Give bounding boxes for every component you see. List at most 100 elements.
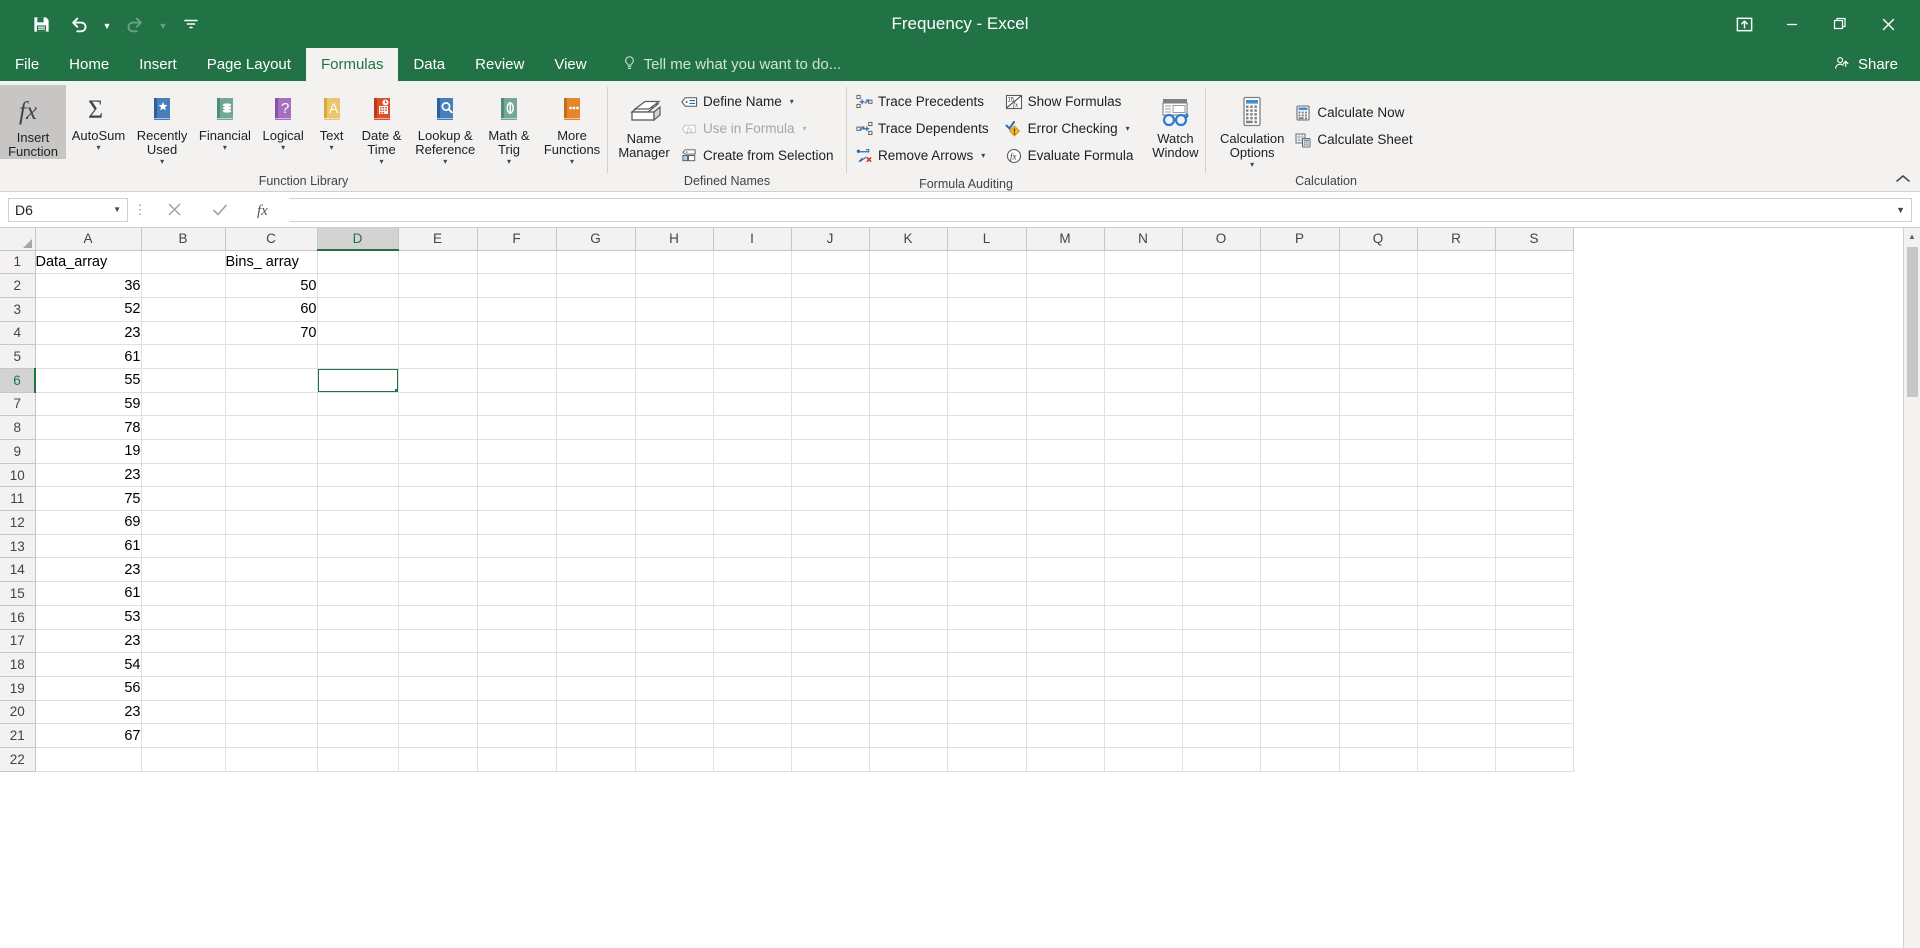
- cell-B12[interactable]: [141, 511, 225, 535]
- vertical-scrollbar[interactable]: ▲: [1903, 228, 1920, 948]
- cell-K15[interactable]: [869, 582, 947, 606]
- cell-K14[interactable]: [869, 558, 947, 582]
- tab-insert[interactable]: Insert: [124, 48, 192, 81]
- cell-J7[interactable]: [791, 392, 869, 416]
- cell-J5[interactable]: [791, 345, 869, 369]
- calculate-sheet-button[interactable]: Calculate Sheet: [1290, 126, 1416, 153]
- cell-P10[interactable]: [1260, 463, 1339, 487]
- cell-S16[interactable]: [1495, 605, 1573, 629]
- cell-D8[interactable]: [317, 416, 398, 440]
- cell-G18[interactable]: [556, 653, 635, 677]
- cell-J9[interactable]: [791, 440, 869, 464]
- more-functions-button[interactable]: More Functions ▾: [537, 85, 607, 166]
- financial-button[interactable]: Financial ▾: [193, 85, 257, 152]
- cell-K12[interactable]: [869, 511, 947, 535]
- cell-C19[interactable]: [225, 676, 317, 700]
- cell-N17[interactable]: [1104, 629, 1182, 653]
- cell-I3[interactable]: [713, 297, 791, 321]
- cell-R19[interactable]: [1417, 676, 1495, 700]
- cell-E12[interactable]: [398, 511, 477, 535]
- financial-caret[interactable]: ▾: [223, 143, 227, 152]
- cell-Q14[interactable]: [1339, 558, 1417, 582]
- cell-P16[interactable]: [1260, 605, 1339, 629]
- cell-K4[interactable]: [869, 321, 947, 345]
- cell-M11[interactable]: [1026, 487, 1104, 511]
- cell-A2[interactable]: 36: [35, 274, 141, 298]
- cell-R5[interactable]: [1417, 345, 1495, 369]
- cell-R12[interactable]: [1417, 511, 1495, 535]
- cell-L15[interactable]: [947, 582, 1026, 606]
- cell-H19[interactable]: [635, 676, 713, 700]
- cell-H6[interactable]: [635, 368, 713, 392]
- cell-D2[interactable]: [317, 274, 398, 298]
- cell-K7[interactable]: [869, 392, 947, 416]
- cell-L14[interactable]: [947, 558, 1026, 582]
- row-header-8[interactable]: 8: [0, 416, 35, 440]
- cell-F8[interactable]: [477, 416, 556, 440]
- row-header-21[interactable]: 21: [0, 724, 35, 748]
- minimize-button[interactable]: [1768, 0, 1816, 48]
- cell-P9[interactable]: [1260, 440, 1339, 464]
- cell-E5[interactable]: [398, 345, 477, 369]
- cell-K22[interactable]: [869, 747, 947, 771]
- cell-S18[interactable]: [1495, 653, 1573, 677]
- cell-Q15[interactable]: [1339, 582, 1417, 606]
- cell-R10[interactable]: [1417, 463, 1495, 487]
- cell-Q3[interactable]: [1339, 297, 1417, 321]
- cell-R16[interactable]: [1417, 605, 1495, 629]
- watch-window-button[interactable]: Watch Window: [1143, 85, 1207, 160]
- row-header-2[interactable]: 2: [0, 274, 35, 298]
- text-caret[interactable]: ▾: [330, 143, 334, 152]
- cell-P15[interactable]: [1260, 582, 1339, 606]
- cell-F17[interactable]: [477, 629, 556, 653]
- cell-A16[interactable]: 53: [35, 605, 141, 629]
- cell-L16[interactable]: [947, 605, 1026, 629]
- cell-I4[interactable]: [713, 321, 791, 345]
- cell-O3[interactable]: [1182, 297, 1260, 321]
- cell-D4[interactable]: [317, 321, 398, 345]
- cell-M15[interactable]: [1026, 582, 1104, 606]
- column-header-I[interactable]: I: [713, 228, 791, 250]
- column-header-J[interactable]: J: [791, 228, 869, 250]
- cell-H18[interactable]: [635, 653, 713, 677]
- cell-G21[interactable]: [556, 724, 635, 748]
- cell-M22[interactable]: [1026, 747, 1104, 771]
- cell-B10[interactable]: [141, 463, 225, 487]
- cell-P12[interactable]: [1260, 511, 1339, 535]
- cell-G5[interactable]: [556, 345, 635, 369]
- insert-function-button[interactable]: fx Insert Function: [0, 85, 66, 159]
- enter-check-icon[interactable]: [197, 198, 242, 222]
- cell-G8[interactable]: [556, 416, 635, 440]
- cell-J6[interactable]: [791, 368, 869, 392]
- cell-D5[interactable]: [317, 345, 398, 369]
- cell-C9[interactable]: [225, 440, 317, 464]
- cell-E14[interactable]: [398, 558, 477, 582]
- cell-I9[interactable]: [713, 440, 791, 464]
- cell-D12[interactable]: [317, 511, 398, 535]
- cell-L8[interactable]: [947, 416, 1026, 440]
- cell-H17[interactable]: [635, 629, 713, 653]
- cell-H1[interactable]: [635, 250, 713, 274]
- cell-N11[interactable]: [1104, 487, 1182, 511]
- cell-S1[interactable]: [1495, 250, 1573, 274]
- math-trig-caret[interactable]: ▾: [507, 157, 511, 166]
- column-header-O[interactable]: O: [1182, 228, 1260, 250]
- cell-J15[interactable]: [791, 582, 869, 606]
- cell-C16[interactable]: [225, 605, 317, 629]
- cell-I15[interactable]: [713, 582, 791, 606]
- row-header-7[interactable]: 7: [0, 392, 35, 416]
- cell-P17[interactable]: [1260, 629, 1339, 653]
- cell-I12[interactable]: [713, 511, 791, 535]
- cell-I10[interactable]: [713, 463, 791, 487]
- cell-I6[interactable]: [713, 368, 791, 392]
- cell-P20[interactable]: [1260, 700, 1339, 724]
- cell-B3[interactable]: [141, 297, 225, 321]
- cell-K11[interactable]: [869, 487, 947, 511]
- cell-G11[interactable]: [556, 487, 635, 511]
- cell-F16[interactable]: [477, 605, 556, 629]
- cell-R2[interactable]: [1417, 274, 1495, 298]
- column-header-P[interactable]: P: [1260, 228, 1339, 250]
- cell-I11[interactable]: [713, 487, 791, 511]
- cell-F14[interactable]: [477, 558, 556, 582]
- ribbon-display-options-icon[interactable]: [1720, 0, 1768, 48]
